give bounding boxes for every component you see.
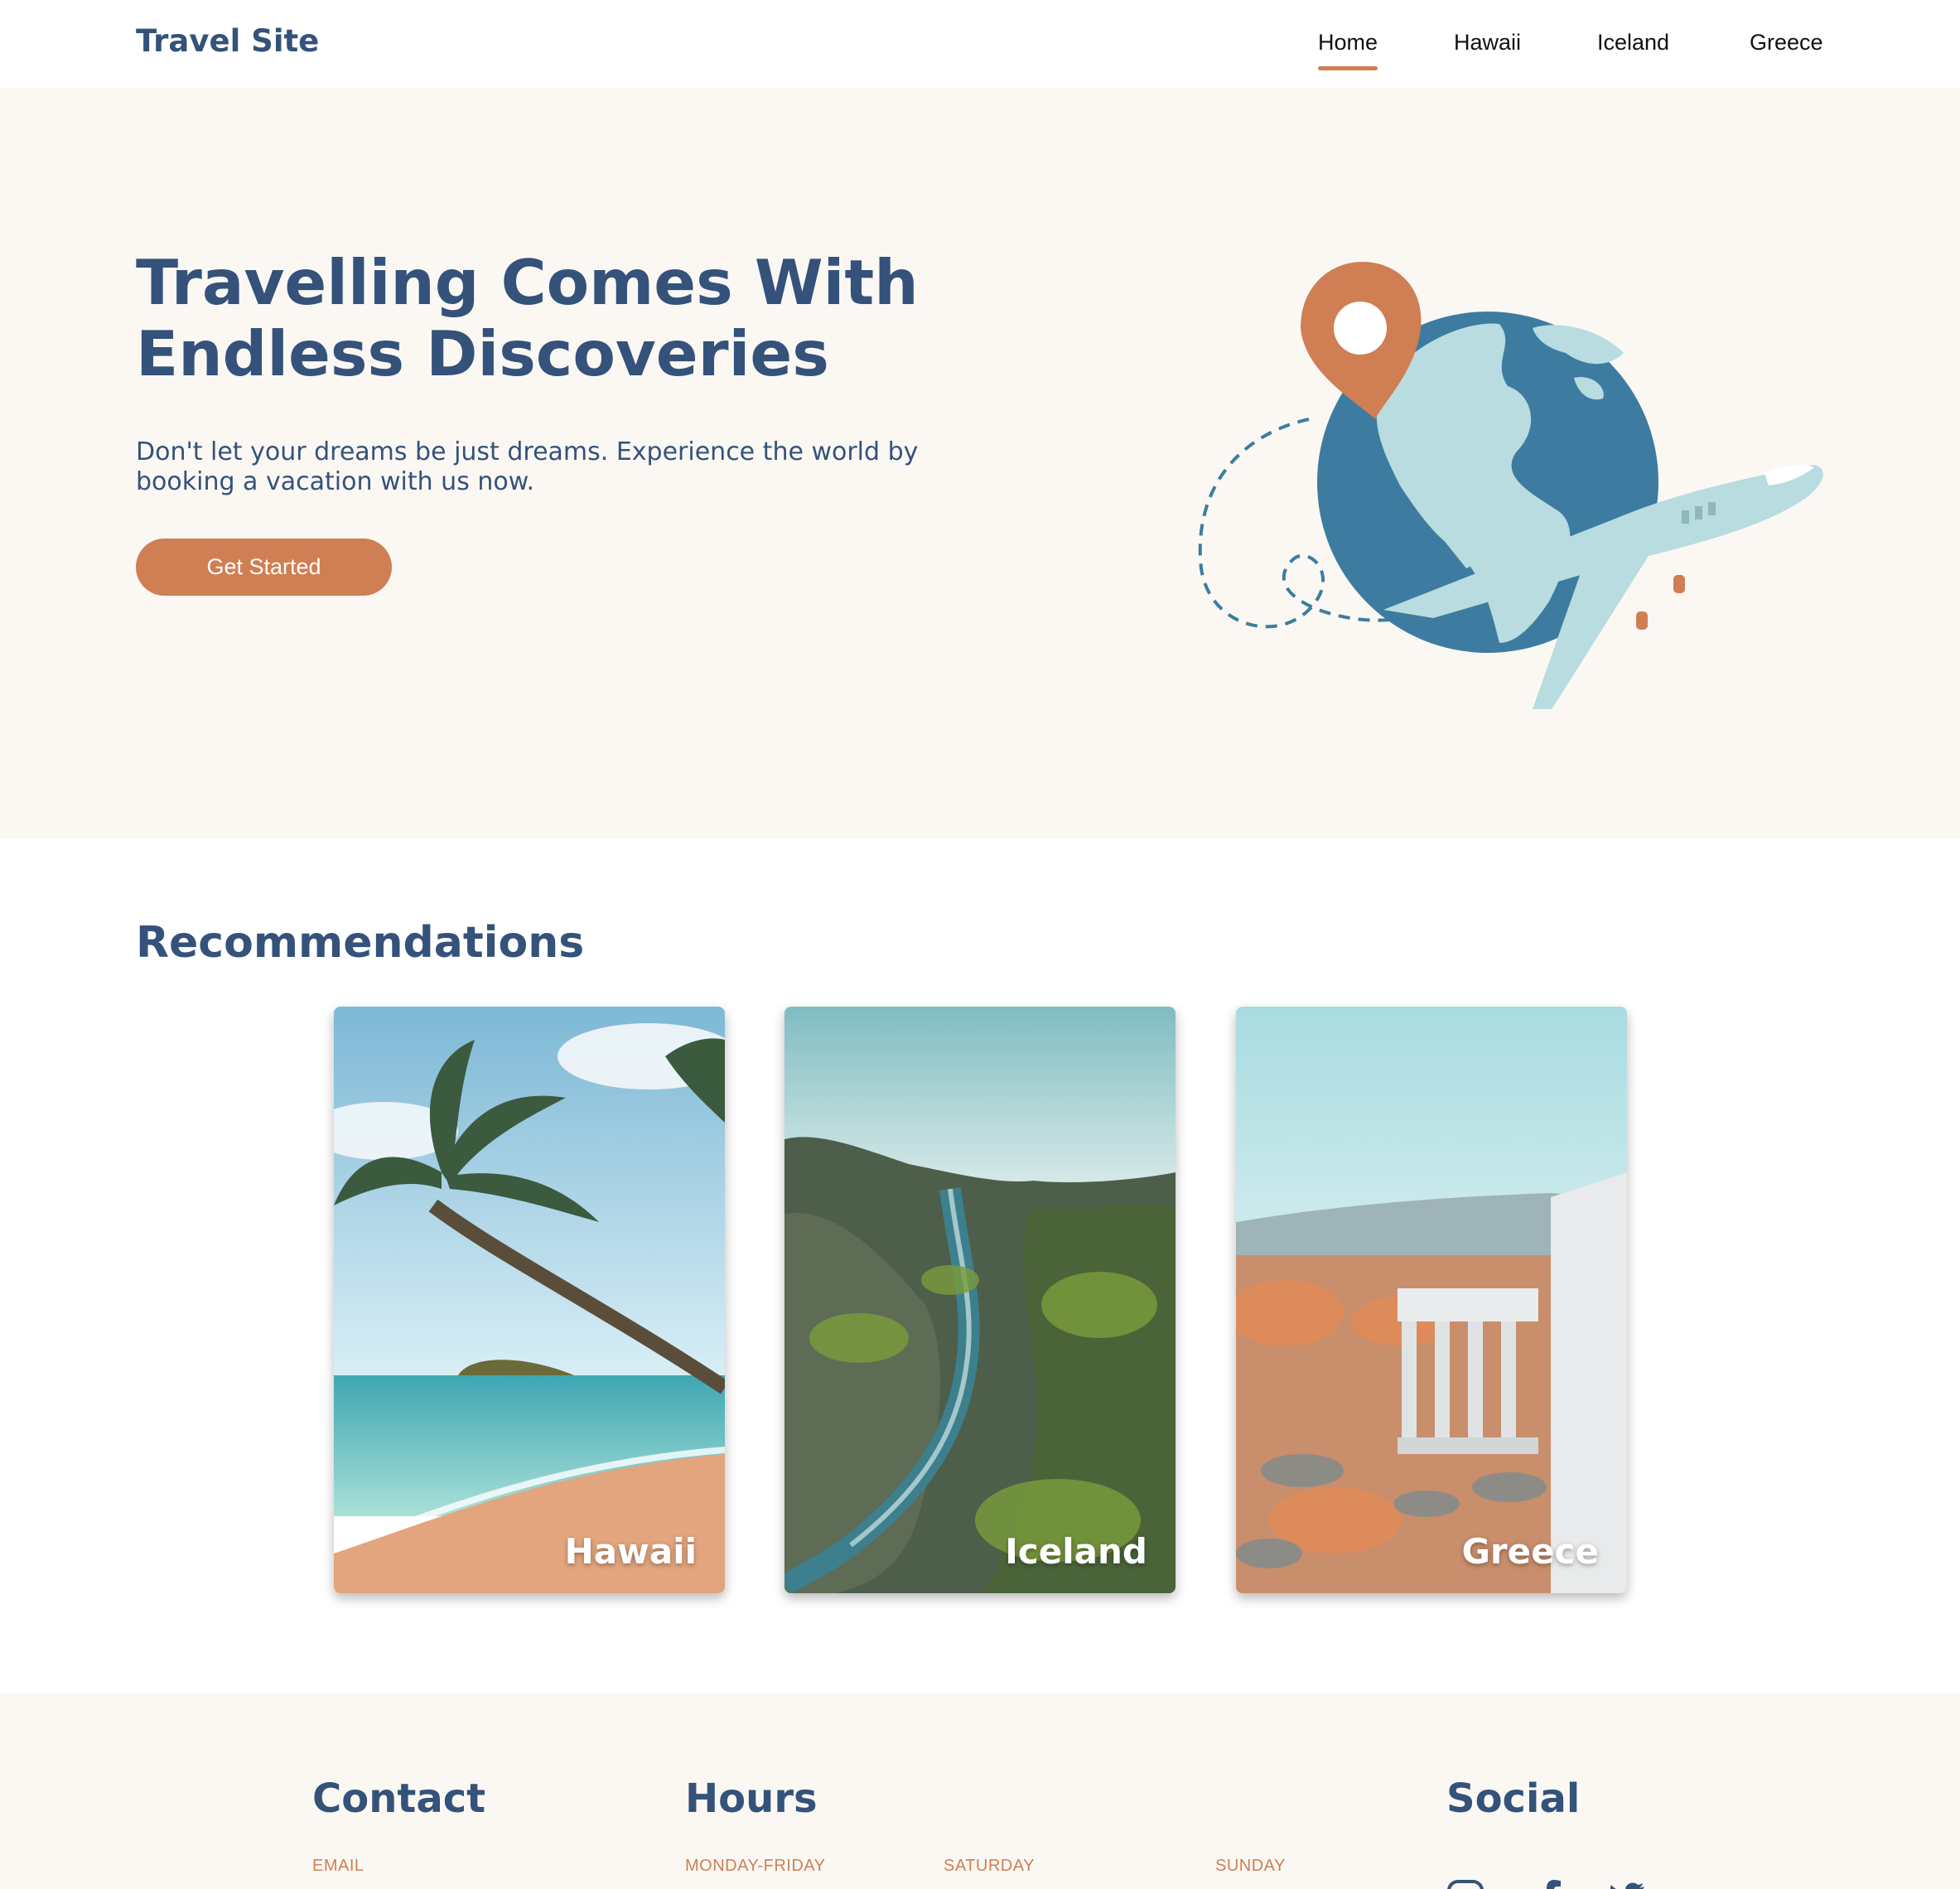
card-label-greece: Greece <box>1461 1531 1599 1572</box>
hero-title: Travelling Comes With Endless Discoverie… <box>136 246 919 390</box>
card-hawaii[interactable]: Hawaii <box>334 1007 725 1593</box>
site-header: Travel Site Home Hawaii Iceland Greece <box>0 0 1960 88</box>
nav-greece-link[interactable]: Greece <box>1750 30 1823 70</box>
social-heading: Social <box>1446 1775 1581 1822</box>
facebook-icon[interactable] <box>1533 1879 1571 1889</box>
hawaii-image <box>334 1007 725 1593</box>
card-greece[interactable]: Greece <box>1236 1007 1627 1593</box>
sunday-label: SUNDAY <box>1215 1857 1286 1875</box>
get-started-button[interactable]: Get Started <box>136 539 392 596</box>
hours-heading: Hours <box>685 1775 818 1822</box>
card-label-iceland: Iceland <box>1005 1531 1147 1572</box>
iceland-image <box>784 1007 1176 1593</box>
email-label: EMAIL <box>312 1857 364 1875</box>
main-nav: Home Hawaii Iceland Greece <box>0 30 1960 80</box>
contact-heading: Contact <box>312 1775 486 1822</box>
nav-home-link[interactable]: Home <box>1318 30 1378 70</box>
nav-iceland-link[interactable]: Iceland <box>1597 30 1669 70</box>
monday-friday-label: MONDAY-FRIDAY <box>685 1857 826 1875</box>
site-footer: Contact Hours Social EMAIL MONDAY-FRIDAY… <box>0 1693 1960 1889</box>
card-label-hawaii: Hawaii <box>564 1531 697 1572</box>
hero-illustration <box>1198 262 1823 709</box>
nav-hawaii-link[interactable]: Hawaii <box>1454 30 1521 70</box>
card-iceland[interactable]: Iceland <box>784 1007 1176 1593</box>
instagram-icon[interactable] <box>1446 1879 1484 1889</box>
saturday-label: SATURDAY <box>944 1857 1035 1875</box>
hero-section: Travelling Comes With Endless Discoverie… <box>0 88 1960 838</box>
greece-image <box>1236 1007 1627 1593</box>
twitter-icon[interactable] <box>1608 1879 1646 1889</box>
hero-subtitle: Don't let your dreams be just dreams. Ex… <box>136 437 919 496</box>
recommendations-title: Recommendations <box>136 918 585 968</box>
